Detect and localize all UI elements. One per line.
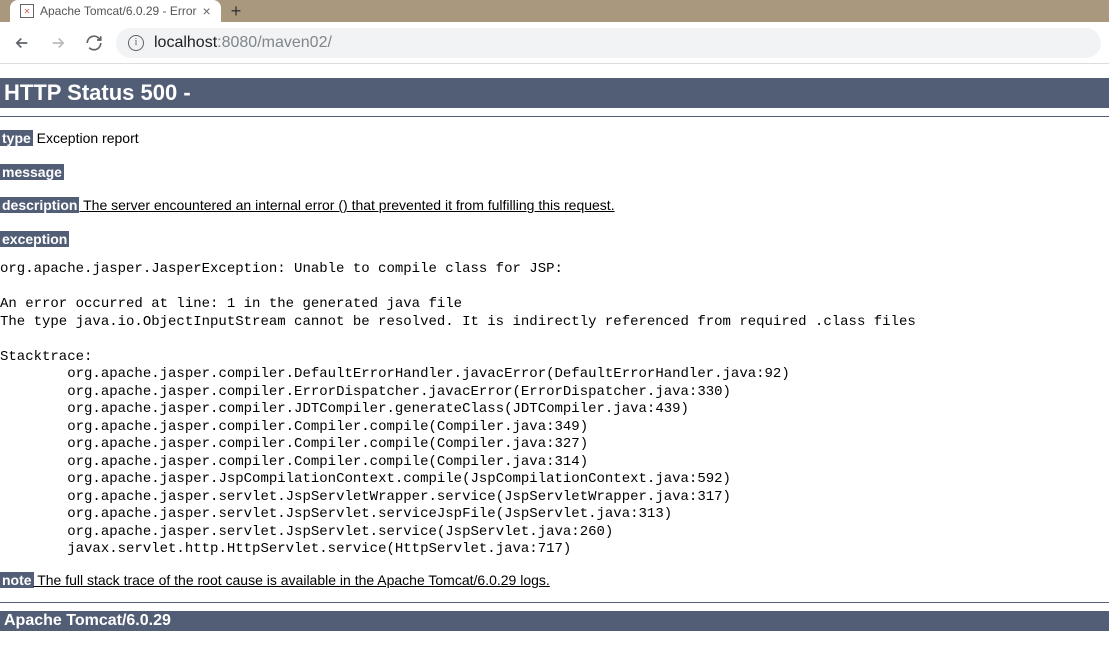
reload-icon [85, 34, 103, 52]
tab-close-icon[interactable]: × [203, 3, 211, 19]
browser-tab-strip: ✕ Apache Tomcat/6.0.29 - Error × + [0, 0, 1109, 22]
url-text: localhost:8080/maven02/ [154, 34, 332, 52]
divider [0, 116, 1109, 117]
back-button[interactable] [8, 29, 36, 57]
reload-button[interactable] [80, 29, 108, 57]
site-info-icon[interactable]: i [128, 35, 144, 51]
arrow-left-icon [13, 34, 31, 52]
description-label: description [0, 197, 79, 213]
url-host: localhost [154, 34, 217, 51]
note-value: The full stack trace of the root cause i… [34, 572, 550, 588]
server-footer-banner: Apache Tomcat/6.0.29 [0, 611, 1109, 631]
description-row: description The server encountered an in… [0, 194, 1109, 218]
exception-row: exception [0, 228, 1109, 252]
type-row: type Exception report [0, 127, 1109, 151]
tab-favicon-icon: ✕ [20, 4, 34, 18]
arrow-right-icon [49, 34, 67, 52]
type-label: type [0, 130, 33, 146]
new-tab-button[interactable]: + [221, 1, 252, 22]
tab-title: Apache Tomcat/6.0.29 - Error [40, 4, 197, 18]
message-label: message [0, 164, 64, 180]
type-value: Exception report [33, 130, 139, 146]
exception-label: exception [0, 231, 69, 247]
stacktrace-pre: org.apache.jasper.JasperException: Unabl… [0, 261, 1109, 559]
http-status-banner: HTTP Status 500 - [0, 78, 1109, 108]
address-bar[interactable]: i localhost:8080/maven02/ [116, 28, 1101, 58]
message-row: message [0, 161, 1109, 185]
divider [0, 602, 1109, 603]
tab-bar: ✕ Apache Tomcat/6.0.29 - Error × + [0, 0, 1109, 22]
active-tab[interactable]: ✕ Apache Tomcat/6.0.29 - Error × [10, 0, 221, 22]
note-row: note The full stack trace of the root ca… [0, 569, 1109, 593]
browser-nav-bar: i localhost:8080/maven02/ [0, 22, 1109, 64]
page-body: HTTP Status 500 - type Exception report … [0, 78, 1109, 631]
url-path: :8080/maven02/ [217, 34, 332, 51]
forward-button[interactable] [44, 29, 72, 57]
description-value: The server encountered an internal error… [79, 197, 614, 213]
note-label: note [0, 572, 34, 588]
